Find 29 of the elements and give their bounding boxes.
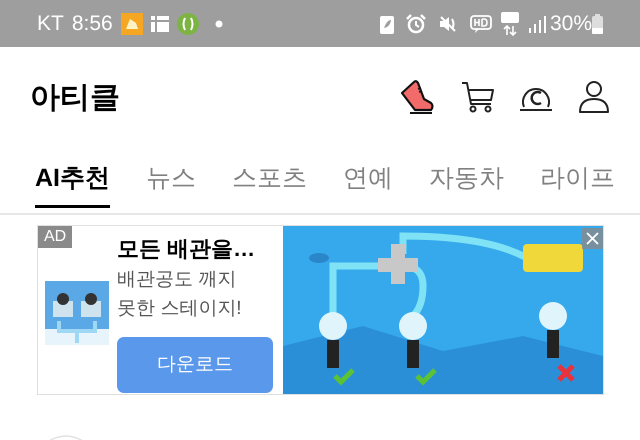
battery-percent: 30% xyxy=(550,10,592,37)
dot-icon xyxy=(214,20,223,28)
category-tab[interactable]: 라이프 xyxy=(540,147,615,208)
category-tab[interactable]: 연예 xyxy=(343,147,393,208)
list-icon xyxy=(150,16,169,32)
category-tab[interactable]: AI추천 xyxy=(35,147,110,208)
signal-icon xyxy=(528,14,546,32)
ad-title: 모든 배관을… xyxy=(117,235,256,263)
app-notification-icon xyxy=(176,12,199,34)
cart-icon[interactable] xyxy=(460,80,496,114)
close-icon[interactable] xyxy=(582,228,603,249)
carrier: KT xyxy=(37,10,64,37)
user-icon[interactable] xyxy=(578,80,610,114)
alarm-icon xyxy=(406,14,426,34)
hd-icon xyxy=(470,14,492,34)
app-icon xyxy=(45,281,109,345)
app-notification-icon xyxy=(120,12,143,34)
ad-badge: AD xyxy=(38,226,72,248)
network-5g-icon xyxy=(500,12,520,36)
category-tab[interactable]: 스포츠 xyxy=(232,147,307,208)
ad-description: 배관공도 깨지 못한 스테이지! xyxy=(117,268,243,321)
battery-icon xyxy=(592,14,603,34)
battery-saver-icon xyxy=(380,14,394,34)
category-tab[interactable]: 자동차 xyxy=(429,147,504,208)
page-title: 아티클 xyxy=(30,80,120,116)
clock: 8:56 xyxy=(72,10,113,37)
download-button[interactable]: 다운로드 xyxy=(117,337,273,393)
mute-icon xyxy=(438,14,458,34)
category-tab[interactable]: 뉴스 xyxy=(146,147,196,208)
